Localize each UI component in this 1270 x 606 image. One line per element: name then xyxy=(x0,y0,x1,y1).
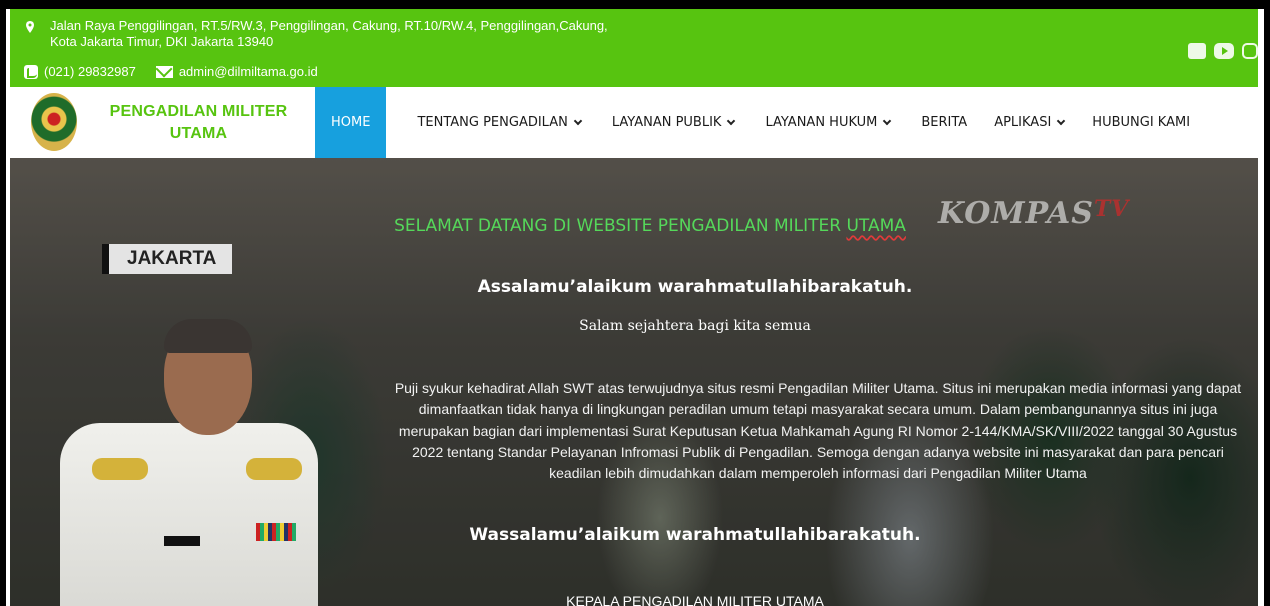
nav-aplikasi[interactable]: APLIKASI xyxy=(994,87,1066,158)
hero-banner: JAKARTA KOMPASTV SELAMAT DATANG DI WEBSI… xyxy=(10,158,1258,606)
email-link[interactable]: admin@dilmiltama.go.id xyxy=(179,64,318,80)
welcome-heading-b: UTAMA xyxy=(846,216,906,236)
epaulette xyxy=(246,458,302,480)
chevron-down-icon xyxy=(883,116,892,125)
social-links xyxy=(1188,43,1258,59)
signature-title: KEPALA PENGADILAN MILITER UTAMA xyxy=(566,593,824,606)
address-line-2: Kota Jakarta Timur, DKI Jakarta 13940 xyxy=(50,34,274,49)
main-navbar: PENGADILAN MILITER UTAMA HOME TENTANG PE… xyxy=(10,87,1258,158)
hair xyxy=(164,319,252,353)
greeting: Assalamu’alaikum warahmatullahibarakatuh… xyxy=(477,277,913,297)
chevron-down-icon xyxy=(727,116,736,125)
jakarta-caption: JAKARTA xyxy=(102,244,232,274)
court-logo[interactable] xyxy=(31,93,77,151)
nav-tentang-label: TENTANG PENGADILAN xyxy=(417,115,568,130)
nav-layanan-hukum[interactable]: LAYANAN HUKUM xyxy=(765,87,892,158)
name-tag xyxy=(164,536,200,546)
welcome-heading: SELAMAT DATANG DI WEBSITE PENGADILAN MIL… xyxy=(350,216,950,236)
top-info-bar: Jalan Raya Penggilingan, RT.5/RW.3, Peng… xyxy=(10,9,1258,87)
nav-aplikasi-label: APLIKASI xyxy=(994,115,1052,130)
site-brand[interactable]: PENGADILAN MILITER UTAMA xyxy=(96,101,301,145)
nav-layanan-publik-label: LAYANAN PUBLIK xyxy=(611,115,722,130)
officer-portrait xyxy=(60,319,320,606)
sub-greeting: Salam sejahtera bagi kita semua xyxy=(579,318,811,334)
phone-number[interactable]: (021) 29832987 xyxy=(44,64,136,80)
nav-berita-label: BERITA xyxy=(921,115,968,130)
map-pin-icon xyxy=(26,21,34,33)
facebook-icon[interactable] xyxy=(1188,43,1206,59)
welcome-message: SELAMAT DATANG DI WEBSITE PENGADILAN MIL… xyxy=(350,158,1258,606)
brand-line-1: PENGADILAN MILITER xyxy=(109,103,288,120)
nav-hubungi-kami[interactable]: HUBUNGI KAMI xyxy=(1092,87,1190,158)
uniform xyxy=(60,423,318,606)
nav-layanan-hukum-label: LAYANAN HUKUM xyxy=(765,115,878,130)
nav-hubungi-label: HUBUNGI KAMI xyxy=(1092,115,1191,130)
youtube-icon[interactable] xyxy=(1214,43,1234,59)
address-line-1: Jalan Raya Penggilingan, RT.5/RW.3, Peng… xyxy=(50,18,608,33)
contact-row: (021) 29832987 admin@dilmiltama.go.id xyxy=(24,64,318,80)
brand-line-2: UTAMA xyxy=(169,125,228,142)
nav-menu: HOME TENTANG PENGADILAN LAYANAN PUBLIK L… xyxy=(315,87,1190,158)
nav-home[interactable]: HOME xyxy=(315,87,387,158)
instagram-icon[interactable] xyxy=(1242,43,1258,59)
phone-icon xyxy=(24,65,38,79)
nav-layanan-publik[interactable]: LAYANAN PUBLIK xyxy=(611,87,736,158)
chevron-down-icon xyxy=(573,116,583,125)
chevron-down-icon xyxy=(1057,116,1066,125)
nav-berita[interactable]: BERITA xyxy=(921,87,967,158)
epaulette xyxy=(92,458,148,480)
nav-home-label: HOME xyxy=(331,115,371,130)
address-block: Jalan Raya Penggilingan, RT.5/RW.3, Peng… xyxy=(24,18,608,50)
closing-greeting: Wassalamu’alaikum warahmatullahibarakatu… xyxy=(469,525,921,545)
nav-tentang-pengadilan[interactable]: TENTANG PENGADILAN xyxy=(417,87,583,158)
mail-icon xyxy=(155,66,173,78)
intro-paragraph: Puji syukur kehadirat Allah SWT atas ter… xyxy=(394,380,1242,482)
ribbon-bar xyxy=(256,523,296,541)
welcome-heading-a: SELAMAT DATANG DI WEBSITE PENGADILAN MIL… xyxy=(394,216,847,236)
